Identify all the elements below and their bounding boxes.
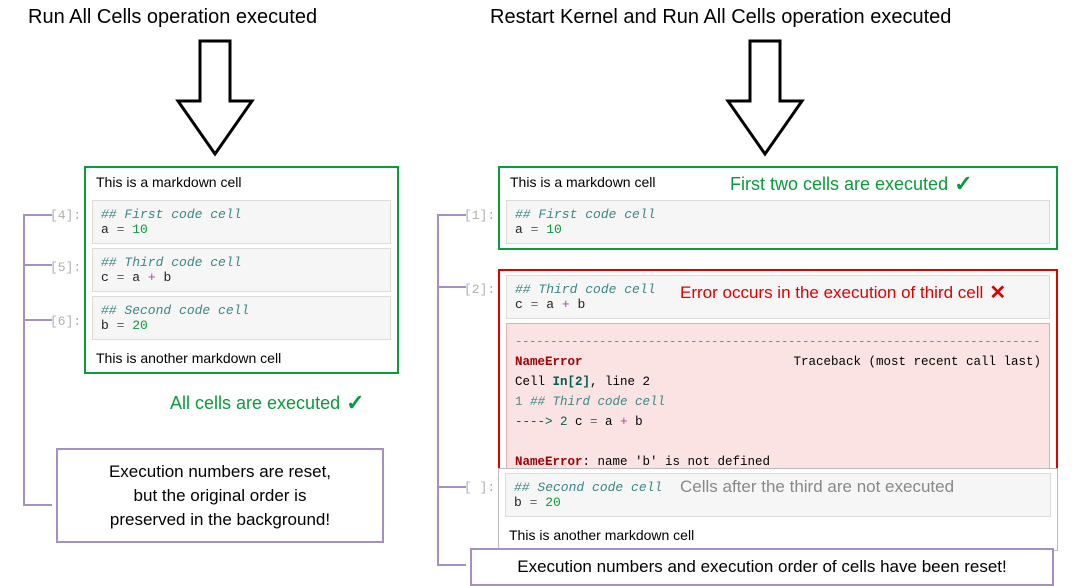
code-comment: ## First code cell (101, 207, 241, 222)
left-success-label: All cells are executed ✓ (170, 390, 365, 416)
code-var: b (101, 318, 109, 333)
code-comment: ## Second code cell (514, 480, 662, 495)
code-op: + (140, 270, 163, 285)
err-dash: ----------------------------------------… (515, 332, 1041, 352)
check-icon: ✓ (954, 171, 972, 197)
err-ln-eq: = (583, 415, 606, 429)
code-eq: = (522, 495, 545, 510)
code-op: + (554, 297, 577, 312)
right-heading: Restart Kernel and Run All Cells operati… (490, 6, 951, 29)
code-var: b (577, 297, 585, 312)
code-cell-3: ## Second code cell b = 20 (92, 296, 391, 340)
right-callout: Execution numbers and execution order of… (470, 548, 1054, 586)
exec-count: [5]: (50, 260, 81, 275)
markdown-cell: This is another markdown cell (499, 521, 1057, 549)
code-cell-2: ## Third code cell c = a + b (92, 248, 391, 292)
left-callout: Execution numbers are reset, but the ori… (56, 448, 384, 543)
err-cellref: Cell (515, 375, 553, 389)
err-ln-a: a (605, 415, 613, 429)
code-eq: = (109, 270, 132, 285)
err-trace: Traceback (most recent call last) (793, 352, 1041, 372)
err-name: NameError (515, 355, 583, 369)
callout-text: Execution numbers and execution order of… (517, 557, 1007, 576)
arrow-down-icon (720, 36, 810, 161)
code-comment: ## Third code cell (515, 282, 655, 297)
code-var: c (101, 270, 109, 285)
err-ln-plus: + (613, 415, 636, 429)
exec-count: [2]: (464, 282, 495, 297)
code-var: a (101, 222, 109, 237)
err-ln-b: b (635, 415, 643, 429)
exec-count: [1]: (464, 208, 495, 223)
right-bottom-label: Cells after the third are not executed (680, 477, 954, 497)
left-notebook-panel: This is a markdown cell ## First code ce… (84, 166, 399, 374)
code-num: 20 (132, 318, 148, 333)
arrow-down-icon (170, 36, 260, 161)
right-top-label: First two cells are executed ✓ (730, 171, 973, 197)
label-text: First two cells are executed (730, 174, 948, 195)
err-name2: NameError (515, 455, 583, 469)
error-traceback: ----------------------------------------… (506, 323, 1050, 481)
right-error-label: Error occurs in the execution of third c… (680, 280, 1006, 305)
code-num: 10 (546, 222, 562, 237)
cross-icon: ✕ (989, 280, 1006, 305)
err-ln: 1 (515, 395, 530, 409)
err-ln-body: ## Third code cell (530, 395, 665, 409)
exec-count: [4]: (50, 208, 81, 223)
code-comment: ## Second code cell (101, 303, 249, 318)
exec-count: [ ]: (464, 480, 495, 495)
code-comment: ## First code cell (515, 207, 655, 222)
code-comment: ## Third code cell (101, 255, 241, 270)
label-text: Error occurs in the execution of third c… (680, 283, 983, 303)
exec-count: [6]: (50, 314, 81, 329)
bracket-icon (12, 205, 54, 515)
err-msg: : name 'b' is not defined (583, 455, 771, 469)
err-lineref: , line 2 (590, 375, 650, 389)
code-num: 10 (132, 222, 148, 237)
code-var: b (514, 495, 522, 510)
err-ln-c: c (575, 415, 583, 429)
bracket-icon (426, 205, 468, 575)
code-eq: = (109, 222, 132, 237)
left-heading: Run All Cells operation executed (28, 6, 317, 29)
success-text: All cells are executed (170, 393, 340, 414)
code-num: 20 (545, 495, 561, 510)
markdown-cell: This is a markdown cell (86, 168, 397, 196)
code-var: a (546, 297, 554, 312)
code-cell-1: ## First code cell a = 10 (92, 200, 391, 244)
code-eq: = (523, 222, 546, 237)
markdown-cell: This is another markdown cell (86, 344, 397, 372)
err-arrow: ----> 2 (515, 415, 575, 429)
code-var: a (515, 222, 523, 237)
code-var: c (515, 297, 523, 312)
code-var: b (163, 270, 171, 285)
code-var: a (132, 270, 140, 285)
err-in: In[2] (553, 375, 591, 389)
code-eq: = (523, 297, 546, 312)
code-eq: = (109, 318, 132, 333)
code-cell-1: ## First code cell a = 10 (506, 200, 1050, 244)
check-icon: ✓ (346, 390, 364, 416)
callout-text: Execution numbers are reset, but the ori… (109, 462, 331, 529)
